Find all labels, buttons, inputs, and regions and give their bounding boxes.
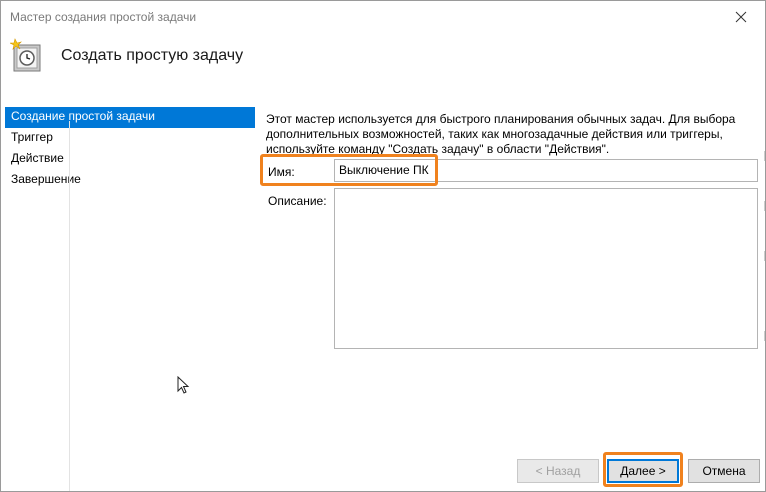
window-title: Мастер создания простой задачи: [10, 10, 197, 24]
mouse-cursor-icon: [177, 376, 190, 394]
wizard-description: Этот мастер используется для быстрого пл…: [266, 112, 736, 156]
description-label: Описание:: [268, 194, 327, 208]
name-highlight-frame: [260, 154, 438, 186]
close-button[interactable]: [721, 3, 761, 31]
wizard-steps: Создание простой задачи Триггер Действие…: [5, 107, 255, 191]
divider: [69, 121, 70, 491]
wizard-content: Этот мастер используется для быстрого пл…: [266, 112, 761, 157]
wizard-window: Мастер создания простой задачи Создать п…: [0, 0, 766, 492]
page-title: Создать простую задачу: [61, 47, 244, 64]
close-icon: [735, 11, 747, 23]
step-action[interactable]: Действие: [5, 149, 255, 170]
cancel-button[interactable]: Отмена: [688, 459, 760, 483]
back-button[interactable]: < Назад: [517, 459, 599, 483]
task-scheduler-clock-icon: [10, 38, 41, 72]
step-finish[interactable]: Завершение: [5, 170, 255, 191]
step-create-task[interactable]: Создание простой задачи: [5, 107, 255, 128]
step-trigger[interactable]: Триггер: [5, 128, 255, 149]
title-bar: Мастер создания простой задачи: [1, 1, 765, 33]
wizard-header: Создать простую задачу: [1, 33, 765, 95]
description-field[interactable]: [334, 188, 758, 349]
next-highlight-frame: [603, 452, 683, 487]
